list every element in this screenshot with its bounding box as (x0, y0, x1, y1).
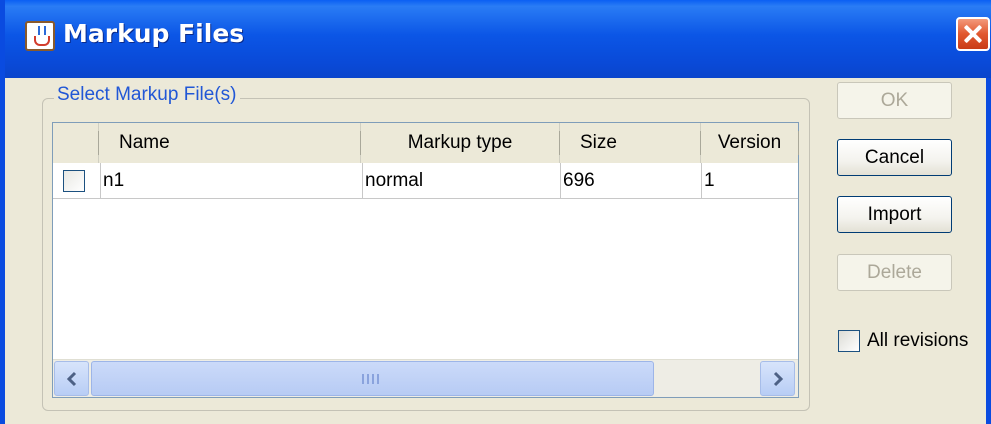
cancel-button[interactable]: Cancel (837, 139, 952, 176)
cell-size: 696 (560, 163, 701, 199)
all-revisions-checkbox[interactable] (838, 330, 860, 352)
column-header-select[interactable] (53, 123, 99, 163)
delete-button[interactable]: Delete (837, 254, 952, 291)
cell-name: n1 (100, 163, 362, 199)
cell-version: 1 (701, 163, 798, 199)
horizontal-scrollbar[interactable] (53, 359, 798, 397)
scroll-right-button[interactable] (760, 361, 795, 396)
column-header-markup-type[interactable]: Markup type (361, 123, 560, 163)
scroll-left-button[interactable] (54, 361, 89, 396)
cell-markup-type: normal (362, 163, 560, 199)
table-header: Name Markup type Size Version (53, 123, 799, 163)
column-header-name[interactable]: Name (99, 123, 361, 163)
grip-icon (362, 374, 384, 384)
all-revisions-label: All revisions (867, 330, 969, 351)
title-bar[interactable]: Markup Files (5, 0, 991, 78)
row-select-checkbox[interactable] (63, 170, 85, 192)
arrow-right-icon (773, 371, 784, 387)
table-row[interactable]: n1 normal 696 1 (53, 163, 798, 199)
column-header-version[interactable]: Version (701, 123, 799, 163)
scroll-thumb[interactable] (91, 361, 654, 396)
all-revisions-option[interactable]: All revisions (838, 328, 988, 354)
java-cup-icon (25, 21, 55, 51)
window-title: Markup Files (63, 19, 245, 48)
import-button[interactable]: Import (837, 196, 952, 233)
group-label: Select Markup File(s) (54, 84, 240, 106)
close-button[interactable] (956, 17, 990, 51)
dialog-window: Markup Files Select Markup File(s) Name … (0, 0, 991, 424)
markup-files-table: Name Markup type Size Version n1 normal … (52, 122, 799, 398)
ok-button[interactable]: OK (837, 82, 952, 119)
column-header-size[interactable]: Size (560, 123, 701, 163)
arrow-left-icon (66, 371, 77, 387)
